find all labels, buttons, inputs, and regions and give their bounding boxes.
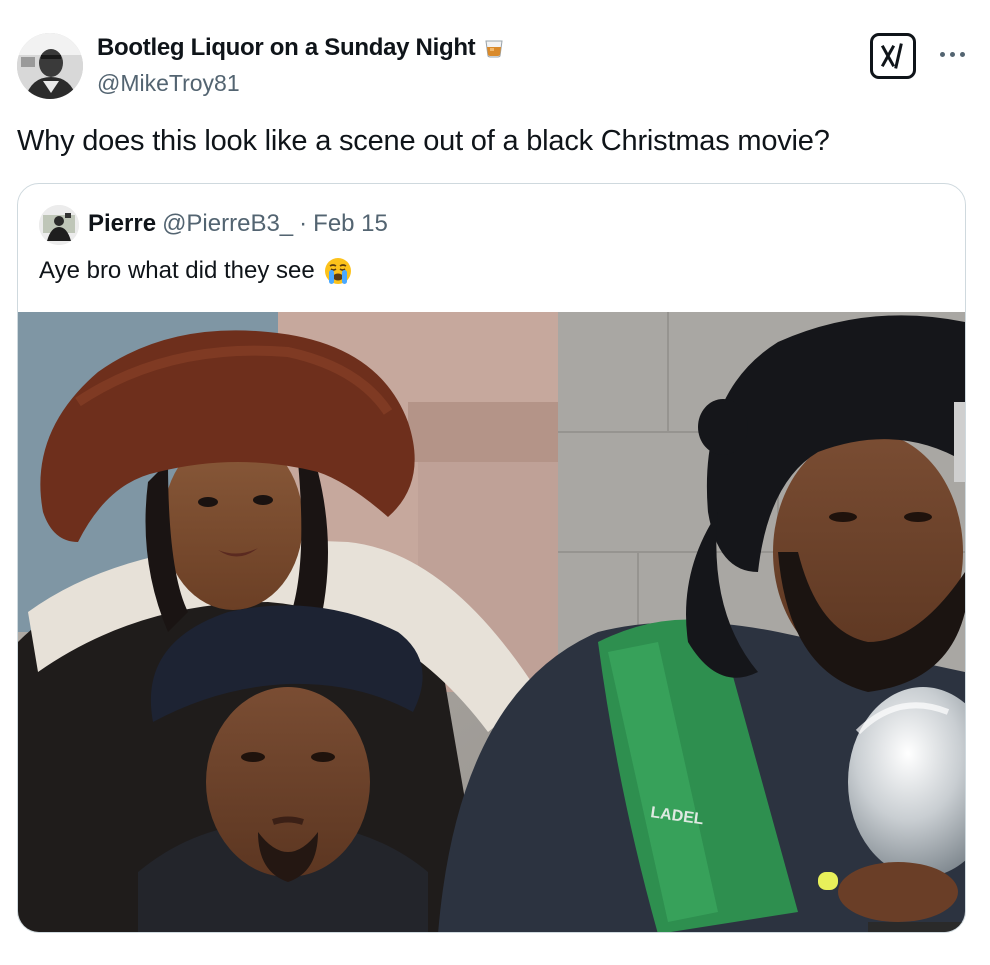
more-dot-icon (949, 51, 955, 57)
tumbler-glass-icon (483, 37, 505, 59)
quote-header: Pierre @PierreB3_ · Feb 15 (88, 210, 388, 238)
quote-author-avatar[interactable] (39, 205, 79, 245)
quoted-tweet-card[interactable]: Pierre @PierreB3_ · Feb 15 Aye bro what … (17, 183, 966, 933)
quote-author-name[interactable]: Pierre (88, 210, 156, 238)
more-options-button[interactable] (934, 40, 970, 68)
more-dot-icon (939, 51, 945, 57)
quote-text: Aye bro what did they see (39, 257, 315, 284)
more-dot-icon (959, 51, 965, 57)
author-display-name[interactable]: Bootleg Liquor on a Sunday Night (97, 34, 505, 62)
author-avatar[interactable] (17, 33, 83, 99)
quote-date[interactable]: Feb 15 (313, 210, 388, 238)
tweet-text: Why does this look like a scene out of a… (17, 125, 830, 157)
author-handle[interactable]: @MikeTroy81 (97, 70, 240, 97)
quote-author-handle[interactable]: @PierreB3_ (162, 210, 293, 238)
grok-button[interactable] (870, 33, 916, 79)
quote-text-line: Aye bro what did they see (39, 256, 353, 286)
photo-illustration: LADEL (18, 312, 965, 932)
grok-icon (880, 43, 903, 69)
quote-separator: · (299, 210, 308, 237)
author-avatar-image (17, 33, 83, 99)
quote-media-photo[interactable]: LADEL (18, 312, 965, 932)
quote-avatar-image (39, 205, 79, 245)
loudly-crying-face-icon (323, 256, 353, 286)
author-name-text: Bootleg Liquor on a Sunday Night (97, 34, 476, 61)
